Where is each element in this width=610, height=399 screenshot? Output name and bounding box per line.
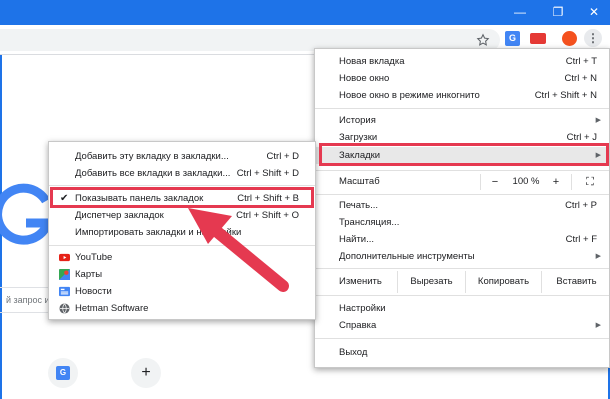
menu-item-settings[interactable]: Настройки (315, 300, 609, 317)
bookmark-label: Hetman Software (75, 303, 149, 314)
menu-item-label: Добавить эту вкладку в закладки... (75, 151, 229, 162)
menu-item-incognito-window[interactable]: Новое окно в режиме инкогнито Ctrl + Shi… (315, 87, 609, 104)
zoom-in-button[interactable]: + (543, 172, 569, 192)
zoom-out-button[interactable]: − (482, 172, 508, 192)
menu-item-find[interactable]: Найти... Ctrl + F (315, 231, 609, 248)
bookmark-label: Новости (75, 286, 112, 297)
red-extension-icon[interactable] (530, 33, 546, 44)
menu-item-shortcut: Ctrl + Shift + D (236, 168, 299, 179)
bookmark-item-hetman-software[interactable]: Hetman Software (49, 300, 315, 317)
menu-separator (315, 194, 609, 195)
menu-item-history[interactable]: История ▶ (315, 112, 609, 129)
restore-button[interactable]: ❐ (540, 0, 576, 25)
menu-item-label: Новое окно в режиме инкогнито (339, 90, 480, 101)
menu-item-more-tools[interactable]: Дополнительные инструменты ▶ (315, 248, 609, 265)
menu-item-shortcut: Ctrl + Shift + N (534, 90, 597, 101)
chrome-main-menu: Новая вкладка Ctrl + T Новое окно Ctrl +… (314, 48, 610, 368)
cut-button[interactable]: Вырезать (397, 271, 465, 293)
menu-item-new-window[interactable]: Новое окно Ctrl + N (315, 70, 609, 87)
title-bar: — ❐ ✕ (0, 0, 610, 25)
menu-item-shortcut: Ctrl + T (565, 56, 597, 67)
shortcut-tile-translate[interactable]: G (48, 358, 78, 388)
menu-item-label: Печать... (339, 200, 379, 211)
bookmark-label: YouTube (75, 252, 113, 263)
star-icon[interactable] (476, 33, 490, 47)
menu-item-label: Трансляция... (339, 217, 400, 228)
fullscreen-icon[interactable]: ⛶ (577, 172, 603, 192)
menu-item-shortcut: Ctrl + F (565, 234, 597, 245)
menu-item-shortcut: Ctrl + N (564, 73, 597, 84)
globe-icon (59, 303, 70, 314)
menu-separator (315, 108, 609, 109)
submenu-arrow-icon: ▶ (595, 253, 601, 260)
menu-item-label: Диспетчер закладок (75, 210, 164, 221)
maps-icon (59, 269, 70, 280)
menu-item-bookmark-this-tab[interactable]: Добавить эту вкладку в закладки... Ctrl … (49, 148, 315, 165)
menu-separator (315, 338, 609, 339)
submenu-arrow-icon: ▶ (595, 322, 601, 329)
plus-icon: + (141, 364, 151, 381)
youtube-icon (59, 253, 70, 262)
zoom-value: 100 % (512, 176, 540, 187)
menu-item-label: Настройки (339, 303, 386, 314)
add-shortcut-tile[interactable]: + (131, 358, 161, 388)
menu-kebab-icon[interactable]: ⋮ (584, 29, 602, 47)
google-logo (0, 183, 54, 245)
bookmark-label: Карты (75, 269, 103, 280)
menu-item-shortcut: Ctrl + D (266, 151, 299, 162)
close-button[interactable]: ✕ (576, 0, 610, 25)
submenu-arrow-icon: ▶ (595, 117, 601, 124)
menu-item-cast[interactable]: Трансляция... (315, 214, 609, 231)
menu-item-label: Дополнительные инструменты (339, 251, 475, 262)
menu-separator (49, 185, 315, 186)
menu-item-shortcut: Ctrl + P (565, 200, 597, 211)
menu-item-new-tab[interactable]: Новая вкладка Ctrl + T (315, 53, 609, 70)
menu-separator (315, 170, 609, 171)
pointer-arrow-icon (188, 208, 289, 292)
menu-item-print[interactable]: Печать... Ctrl + P (315, 197, 609, 214)
translate-icon: G (56, 366, 70, 380)
zoom-divider (480, 174, 481, 190)
copy-button[interactable]: Копировать (465, 271, 541, 293)
menu-item-label: Выход (339, 347, 368, 358)
zoom-row: Масштаб − 100 % + ⛶ (315, 172, 609, 192)
highlight-bookmarks-item (319, 143, 609, 166)
menu-item-label: Найти... (339, 234, 375, 245)
zoom-label: Масштаб (339, 176, 380, 187)
menu-item-label: Добавить все вкладки в закладки... (75, 168, 231, 179)
zoom-divider (571, 174, 572, 190)
edit-row: Изменить Вырезать Копировать Вставить (315, 271, 609, 293)
profile-avatar[interactable] (562, 31, 577, 46)
minimize-button[interactable]: — (502, 0, 538, 25)
menu-item-help[interactable]: Справка ▶ (315, 317, 609, 334)
menu-separator (315, 268, 609, 269)
menu-item-label: Новое окно (339, 73, 390, 84)
menu-item-label: Новая вкладка (339, 56, 405, 67)
menu-separator (315, 295, 609, 296)
menu-item-label: История (339, 115, 376, 126)
menu-item-label: Справка (339, 320, 377, 331)
translate-extension-icon[interactable]: G (505, 31, 520, 46)
edit-label: Изменить (339, 276, 382, 287)
news-icon (59, 286, 70, 297)
menu-item-exit[interactable]: Выход (315, 344, 609, 361)
paste-button[interactable]: Вставить (541, 271, 610, 293)
menu-item-bookmark-all-tabs[interactable]: Добавить все вкладки в закладки... Ctrl … (49, 165, 315, 182)
